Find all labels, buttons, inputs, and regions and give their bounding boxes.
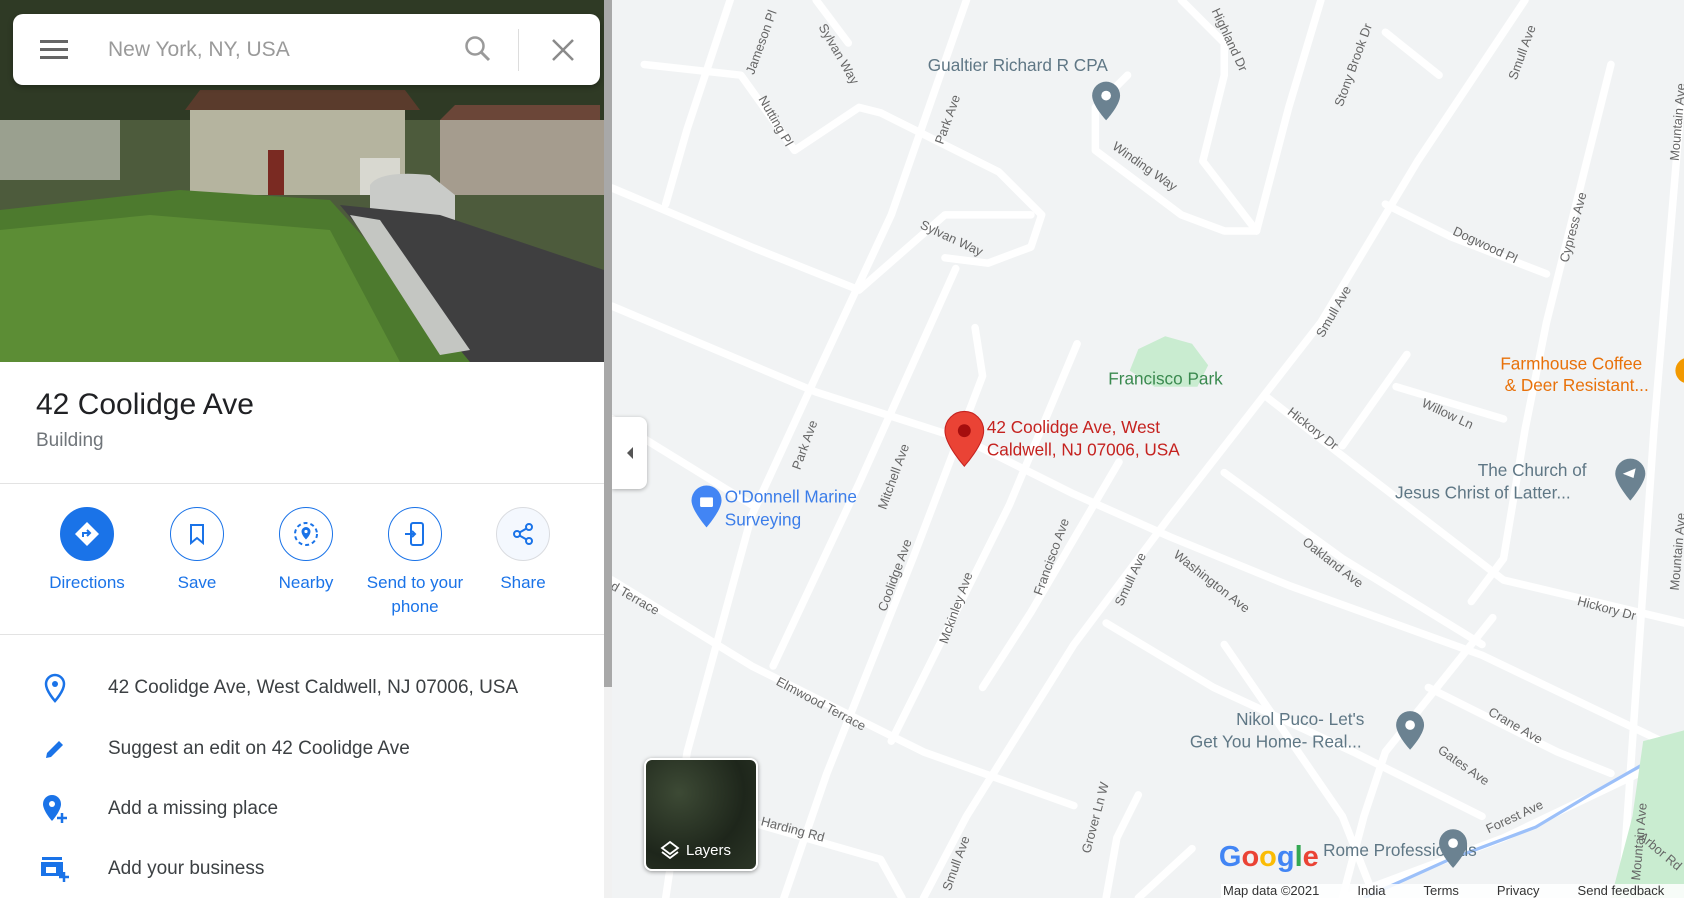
panel-scrollbar[interactable] bbox=[604, 0, 612, 898]
suggest-edit-text: Suggest an edit on 42 Coolidge Ave bbox=[108, 738, 410, 759]
nearby-button[interactable]: Nearby bbox=[251, 507, 361, 595]
action-label: Nearby bbox=[278, 573, 334, 592]
street-label: Smull Ave bbox=[1313, 283, 1354, 340]
street-label: Park Ave bbox=[932, 93, 964, 146]
add-business-row[interactable]: Add your business bbox=[0, 844, 604, 894]
poi-label: O'Donnell Marine bbox=[725, 487, 857, 507]
layers-icon bbox=[660, 840, 680, 860]
street-label: Hickory Dr bbox=[1576, 593, 1639, 623]
poi-pin-icon[interactable] bbox=[1396, 711, 1425, 750]
pin-label: 42 Coolidge Ave, West bbox=[987, 417, 1160, 437]
directions-icon bbox=[60, 507, 114, 561]
nearby-icon bbox=[279, 507, 333, 561]
poi-label: Get You Home- Real... bbox=[1190, 732, 1362, 752]
action-label: Directions bbox=[49, 573, 125, 592]
divider bbox=[0, 483, 604, 484]
street-label: Nutting Pl bbox=[755, 93, 796, 149]
send-feedback-link[interactable]: Send feedback bbox=[1578, 884, 1665, 898]
street-label: Jameson Pl bbox=[743, 8, 780, 76]
collapse-panel-button[interactable] bbox=[612, 417, 647, 489]
map-footer: Map data ©2021 India Terms Privacy Send … bbox=[1221, 884, 1684, 898]
action-label: Send to your phone bbox=[366, 573, 464, 616]
map-svg: Jameson Pl Sylvan Way Nutting Pl Park Av… bbox=[612, 0, 1684, 898]
street-label: Sylvan Way bbox=[918, 217, 986, 259]
street-label: Mitchell Ave bbox=[875, 442, 913, 511]
address-row[interactable]: 42 Coolidge Ave, West Caldwell, NJ 07006… bbox=[0, 663, 604, 713]
poi-label: Jesus Christ of Latter... bbox=[1395, 482, 1571, 502]
map-canvas[interactable]: Jameson Pl Sylvan Way Nutting Pl Park Av… bbox=[612, 0, 1684, 898]
chevron-left-icon bbox=[626, 447, 633, 459]
map-data-text: Map data ©2021 bbox=[1223, 883, 1320, 898]
send-to-phone-icon bbox=[388, 507, 442, 561]
layers-label: Layers bbox=[686, 842, 732, 859]
shopping-pin-icon[interactable] bbox=[691, 485, 722, 528]
street-label: Hickory Dr bbox=[1285, 404, 1342, 453]
place-panel: 42 Coolidge Ave Building Directions Save… bbox=[0, 0, 604, 898]
layers-button[interactable]: Layers bbox=[644, 758, 758, 871]
save-button[interactable]: Save bbox=[142, 507, 252, 595]
share-icon bbox=[496, 507, 550, 561]
add-business-text: Add your business bbox=[108, 858, 265, 879]
street-label: Cypress Ave bbox=[1556, 190, 1589, 263]
svg-text:Google: Google bbox=[1219, 841, 1319, 873]
action-label: Share bbox=[500, 573, 546, 592]
cafe-pin-icon[interactable] bbox=[1675, 358, 1684, 384]
poi-label: Gualtier Richard R CPA bbox=[928, 55, 1109, 75]
region-link[interactable]: India bbox=[1357, 884, 1385, 898]
search-input[interactable] bbox=[108, 37, 448, 62]
location-pin-icon bbox=[40, 673, 70, 703]
street-label: Smull Ave bbox=[1111, 550, 1149, 608]
street-label: Mountain Ave bbox=[1667, 83, 1684, 162]
poi-label: Surveying bbox=[725, 509, 801, 529]
poi-label: The Church of bbox=[1478, 460, 1587, 480]
suggest-edit-row[interactable]: Suggest an edit on 42 Coolidge Ave bbox=[0, 724, 604, 774]
directions-button[interactable]: Directions bbox=[32, 507, 142, 595]
poi-label: Farmhouse Coffee bbox=[1500, 354, 1642, 374]
poi-label: & Deer Resistant... bbox=[1505, 375, 1649, 395]
street-label: Oakland Ave bbox=[1300, 534, 1367, 591]
street-label: Smull Ave bbox=[1505, 23, 1539, 82]
add-missing-place-text: Add a missing place bbox=[108, 798, 279, 819]
send-to-phone-button[interactable]: Send to your phone bbox=[360, 507, 470, 619]
street-label: Harding Rd bbox=[759, 813, 826, 844]
street-label: d Terrace bbox=[612, 578, 662, 618]
add-business-icon bbox=[40, 854, 70, 884]
menu-icon[interactable] bbox=[40, 35, 68, 64]
close-icon[interactable] bbox=[550, 37, 576, 63]
search-box bbox=[13, 14, 600, 85]
street-label: Gates Ave bbox=[1435, 742, 1492, 788]
address-text: 42 Coolidge Ave, West Caldwell, NJ 07006… bbox=[108, 677, 519, 698]
street-label: Mckinley Ave bbox=[936, 570, 976, 646]
poi-label: Nikol Puco- Let's bbox=[1236, 709, 1364, 729]
terms-link[interactable]: Terms bbox=[1424, 884, 1459, 898]
street-label: Highland Dr bbox=[1209, 6, 1252, 75]
street-label: Mountain Ave bbox=[1667, 512, 1684, 591]
street-label: Crane Ave bbox=[1486, 704, 1545, 747]
bookmark-icon bbox=[170, 507, 224, 561]
place-title: 42 Coolidge Ave bbox=[36, 388, 254, 421]
search-icon[interactable] bbox=[463, 34, 493, 64]
street-label: Dogwood Pl bbox=[1451, 223, 1520, 266]
divider bbox=[518, 29, 519, 71]
street-label: Grover Ln W bbox=[1078, 780, 1112, 855]
action-label: Save bbox=[177, 573, 217, 592]
add-place-icon bbox=[40, 793, 70, 825]
divider bbox=[0, 634, 604, 635]
street-label: Stony Brook Dr bbox=[1331, 21, 1375, 109]
scrollbar-thumb[interactable] bbox=[604, 0, 612, 687]
place-category: Building bbox=[36, 430, 104, 451]
add-missing-place-row[interactable]: Add a missing place bbox=[0, 784, 604, 834]
share-button[interactable]: Share bbox=[468, 507, 578, 595]
pencil-icon bbox=[40, 737, 70, 761]
privacy-link[interactable]: Privacy bbox=[1497, 884, 1540, 898]
google-logo: Google bbox=[1219, 841, 1319, 873]
church-pin-icon[interactable] bbox=[1615, 458, 1646, 501]
poi-label: Francisco Park bbox=[1108, 369, 1223, 389]
pin-label: Caldwell, NJ 07006, USA bbox=[987, 439, 1180, 459]
